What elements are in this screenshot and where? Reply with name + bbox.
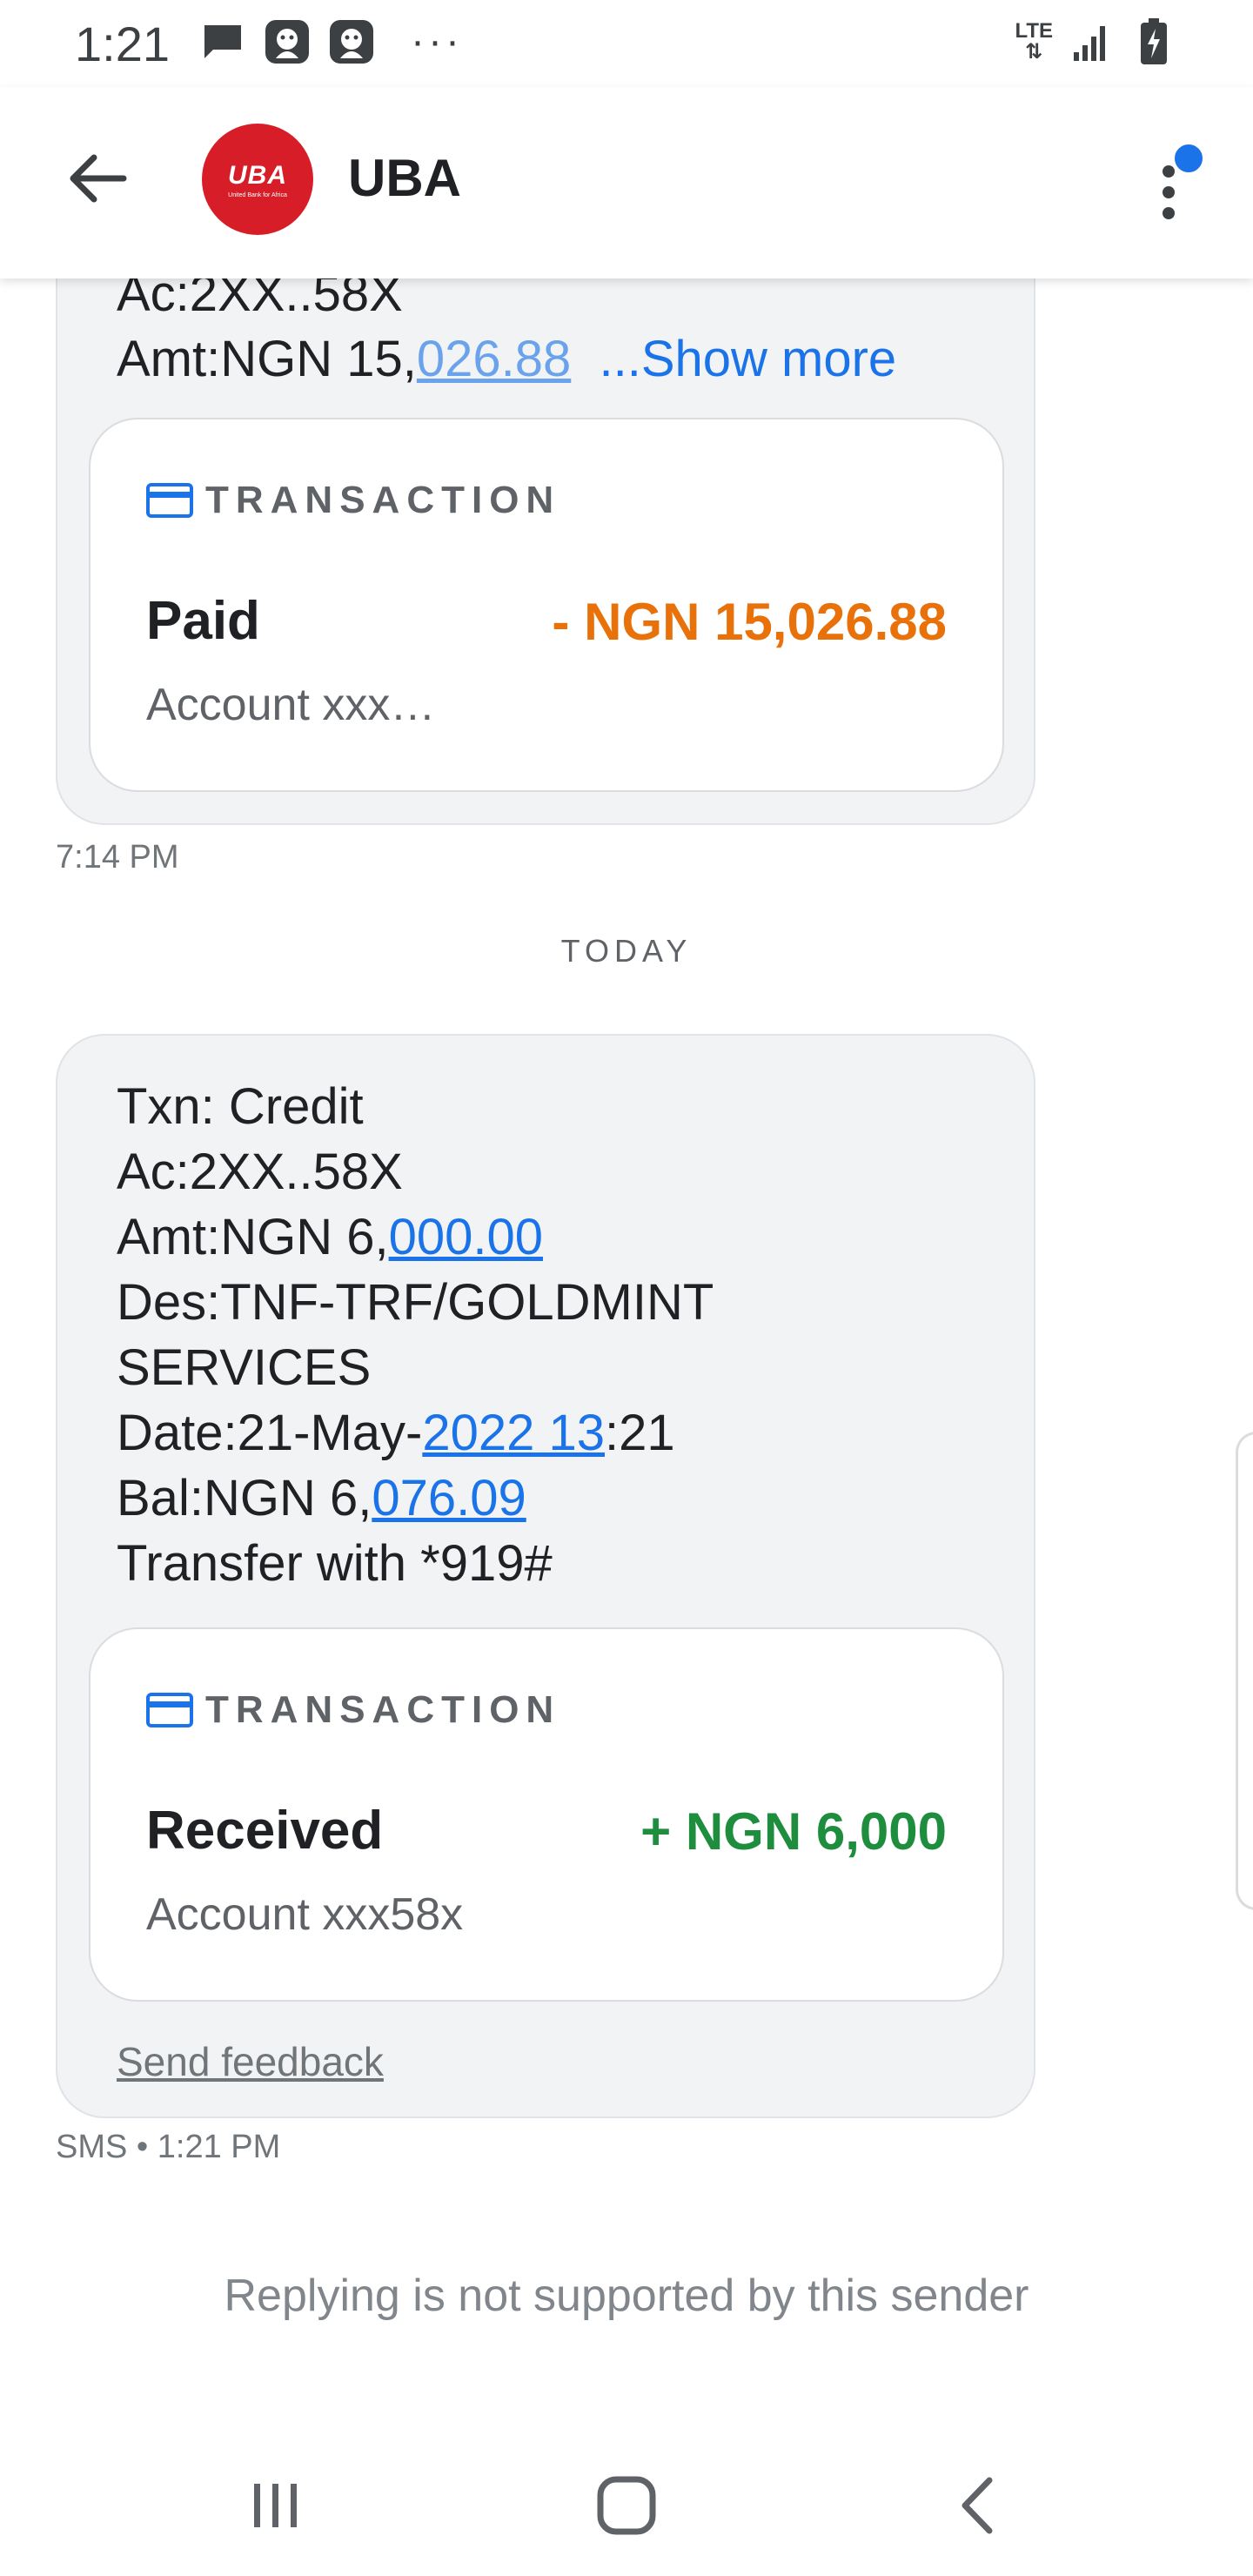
date-divider: TODAY (560, 933, 693, 969)
status-time: 1:21 (75, 17, 170, 71)
amount-link[interactable]: 026.88 (417, 331, 571, 387)
signal-icon (1067, 17, 1116, 66)
app-notification-icon (263, 17, 312, 66)
transaction-amount: + NGN 6,000 (640, 1802, 947, 1861)
message-line: SERVICES (117, 1339, 372, 1396)
app-notification-icon (327, 17, 376, 66)
credit-card-icon (146, 483, 193, 518)
message-line: Txn: Credit (117, 1078, 364, 1135)
system-back-button[interactable] (929, 2458, 1025, 2553)
home-icon (597, 2476, 656, 2535)
transaction-amount: - NGN 15,026.88 (552, 593, 947, 651)
card-header: TRANSACTION (146, 479, 560, 522)
credit-card-icon (146, 1693, 193, 1727)
back-button[interactable] (57, 139, 136, 218)
show-more-link[interactable]: ...Show more (600, 331, 897, 387)
uba-logo: UBA (228, 160, 287, 190)
notification-icons: ··· (198, 17, 463, 66)
message-line: Des:TNF-TRF/GOLDMINT (117, 1274, 714, 1331)
lte-icon: LTE ⇅ (1015, 19, 1053, 64)
transaction-card[interactable]: TRANSACTION Paid - NGN 15,026.88 Account… (89, 418, 1004, 792)
card-header: TRANSACTION (146, 1688, 560, 1732)
transaction-account: Account xxx… (146, 680, 436, 730)
balance-link[interactable]: 076.09 (372, 1470, 526, 1526)
amount-link[interactable]: 000.00 (389, 1209, 543, 1265)
recent-apps-icon (254, 2484, 297, 2527)
more-notifications-icon: ··· (411, 18, 463, 64)
date-link[interactable]: 2022 13 (422, 1405, 605, 1461)
message-icon (198, 17, 247, 66)
conversation-title[interactable]: UBA (348, 148, 461, 208)
transaction-type: Received (146, 1801, 384, 1861)
transaction-type: Paid (146, 591, 260, 651)
more-vert-icon-dot (1163, 207, 1175, 219)
card-label: TRANSACTION (205, 1688, 561, 1731)
more-options-button[interactable] (1131, 141, 1206, 228)
message-bubble[interactable]: Txn: Credit Ac:2XX..58X Amt:NGN 6,000.00… (56, 1034, 1035, 2118)
notification-badge (1171, 141, 1206, 176)
app-bar: UBA United Bank for Africa UBA (0, 87, 1253, 278)
message-line: Amt:NGN 15,026.88 ...Show more (117, 331, 897, 387)
uba-logo-subtext: United Bank for Africa (228, 191, 287, 198)
message-timestamp: SMS • 1:21 PM (56, 2129, 281, 2165)
message-line: Transfer with *919# (117, 1535, 553, 1592)
recents-button[interactable] (228, 2458, 324, 2553)
arrow-back-icon (70, 154, 127, 203)
reply-unsupported-notice: Replying is not supported by this sender (224, 2271, 1029, 2321)
battery-charging-icon (1129, 17, 1178, 66)
sender-avatar[interactable]: UBA United Bank for Africa (202, 124, 313, 235)
navigation-bar (0, 2437, 1253, 2576)
message-line: Date:21-May-2022 13:21 (117, 1405, 675, 1461)
system-icons: LTE ⇅ (1015, 17, 1178, 66)
status-bar: 1:21 ··· LTE ⇅ (0, 0, 1253, 87)
scroll-handle[interactable] (1236, 1432, 1253, 1910)
transaction-card[interactable]: TRANSACTION Received + NGN 6,000 Account… (89, 1627, 1004, 2002)
home-button[interactable] (579, 2458, 674, 2553)
more-vert-icon-dot (1163, 186, 1175, 198)
send-feedback-link[interactable]: Send feedback (117, 2038, 384, 2085)
transaction-account: Account xxx58x (146, 1889, 464, 1940)
message-timestamp: 7:14 PM (56, 839, 179, 875)
card-label: TRANSACTION (205, 479, 561, 521)
message-bubble[interactable]: Ac:2XX..58X Amt:NGN 15,026.88 ...Show mo… (56, 209, 1035, 825)
message-line: Ac:2XX..58X (117, 1144, 403, 1200)
message-line: Bal:NGN 6,076.09 (117, 1470, 526, 1526)
nav-back-icon (962, 2477, 993, 2534)
message-line: Amt:NGN 6,000.00 (117, 1209, 544, 1265)
